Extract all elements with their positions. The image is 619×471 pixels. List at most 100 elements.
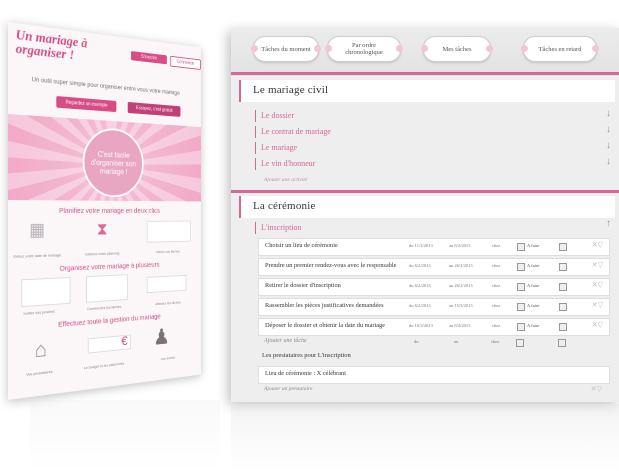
app-reflection bbox=[231, 404, 619, 471]
activity-reception[interactable]: Le vin d'honneur bbox=[255, 158, 315, 170]
task-title: Retirer le dossier d'inscription bbox=[265, 282, 341, 289]
heading-plan: Planifiez votre mariage en deux clics bbox=[8, 206, 201, 215]
status-select[interactable] bbox=[559, 243, 567, 251]
caption-planning: Estimez votre planning bbox=[79, 250, 125, 256]
section-civil[interactable]: Le mariage civil bbox=[239, 80, 615, 102]
provider-name: Lieu de cérémonie : X célébrant bbox=[265, 370, 346, 377]
owner-select[interactable] bbox=[517, 283, 525, 291]
add-task-owner: chez bbox=[491, 339, 499, 344]
status-select[interactable] bbox=[559, 263, 567, 271]
caption-guests: Les invités bbox=[147, 353, 189, 362]
caption-comment: Commentez les tâches bbox=[81, 304, 127, 312]
task-start-date: du 16/2/2013 bbox=[409, 323, 433, 328]
task-status: A faire bbox=[527, 243, 539, 248]
caption-invite: Invitez vos proches bbox=[14, 308, 65, 317]
vendor-icon: ⌂ bbox=[27, 336, 55, 364]
try-free-button[interactable]: Essayez, c'est gratuit bbox=[128, 102, 181, 117]
tab-bar: Tâches du moment Par ordre chronologique… bbox=[231, 28, 619, 76]
tab-label: Mes tâches bbox=[431, 46, 483, 53]
comment-thumbnail bbox=[86, 274, 128, 302]
task-end-date: au 6/4/2013 bbox=[449, 323, 470, 328]
provider-row[interactable]: Lieu de cérémonie : X célébrant bbox=[258, 366, 610, 384]
task-title: Déposer le dossier et obtenir la date du… bbox=[265, 322, 385, 329]
task-end-date: au 26/2/2013 bbox=[449, 263, 473, 268]
task-row[interactable]: Prendre un premier rendez-vous avec le r… bbox=[258, 258, 610, 276]
tab-label: Tâches du moment bbox=[260, 46, 312, 53]
tab-pin-icon bbox=[521, 45, 528, 52]
tab-chronological[interactable]: Par ordre chronologique bbox=[327, 36, 401, 62]
status-select[interactable] bbox=[559, 323, 567, 331]
task-actions-icon[interactable]: ✕▽ bbox=[592, 241, 603, 249]
activity-contract[interactable]: Le contrat de mariage bbox=[255, 126, 331, 138]
task-title: Choisir un lieu de cérémonie bbox=[265, 242, 338, 249]
task-row[interactable]: Choisir un lieu de cérémonie du 11/2/201… bbox=[258, 238, 610, 256]
add-provider-row[interactable]: Ajouter un prestataire ✕▽ bbox=[258, 384, 608, 398]
task-title: Prendre un premier rendez-vous avec le r… bbox=[265, 262, 396, 269]
add-activity-link[interactable]: Ajouter une activité bbox=[259, 174, 307, 186]
add-owner-select[interactable] bbox=[516, 339, 524, 347]
add-task-start[interactable]: du bbox=[414, 339, 419, 344]
landing-title: Un mariage à organiser ! bbox=[16, 29, 88, 65]
caption-assign: Affectez les tâches bbox=[147, 299, 189, 306]
task-row[interactable]: Retirer le dossier d'inscription du 6/2/… bbox=[258, 278, 610, 296]
section-title: Le mariage civil bbox=[253, 84, 328, 96]
tab-current-tasks[interactable]: Tâches du moment bbox=[253, 36, 319, 62]
status-select[interactable] bbox=[559, 303, 567, 311]
tab-pin-icon bbox=[314, 45, 321, 52]
tab-pin-icon bbox=[396, 45, 403, 52]
owner-select[interactable] bbox=[517, 243, 525, 251]
task-row[interactable]: Rassembler les pièces justificatives dem… bbox=[258, 298, 610, 316]
task-status: A faire bbox=[527, 263, 539, 268]
heading-collab: Organisez votre mariage à plusieurs bbox=[8, 259, 201, 275]
tab-pin-icon bbox=[251, 45, 258, 52]
task-row[interactable]: Déposer le dossier et obtenir la date du… bbox=[258, 318, 610, 336]
hourglass-icon: ⧗ bbox=[90, 219, 115, 239]
status-select[interactable] bbox=[559, 283, 567, 291]
expand-arrow-icon[interactable]: ↓ bbox=[606, 140, 611, 151]
add-provider-link[interactable]: Ajouter un prestataire bbox=[264, 386, 312, 392]
task-owner: chez bbox=[492, 243, 500, 248]
section-divider bbox=[231, 190, 619, 193]
add-task-row[interactable]: Ajouter une tâche du au chez bbox=[258, 336, 608, 350]
owner-select[interactable] bbox=[517, 323, 525, 331]
tab-label: Par ordre chronologique bbox=[338, 42, 390, 56]
landing-screen: Un mariage à organiser ! S'inscrire Conn… bbox=[8, 22, 201, 400]
task-owner: chez bbox=[492, 323, 500, 328]
collapse-arrow-icon[interactable]: ↑ bbox=[606, 218, 611, 229]
task-actions-icon[interactable]: ✕▽ bbox=[592, 281, 603, 289]
activity-registration[interactable]: L'inscription bbox=[255, 222, 302, 234]
expand-arrow-icon[interactable]: ↓ bbox=[606, 108, 611, 119]
section-divider bbox=[231, 72, 619, 75]
caption-tasks: Gérez vos tâches bbox=[147, 249, 189, 255]
guests-icon: ♟ bbox=[150, 323, 173, 351]
task-end-date: au 15/3/2013 bbox=[449, 303, 473, 308]
expand-arrow-icon[interactable]: ↓ bbox=[606, 156, 611, 167]
invite-thumbnail bbox=[21, 277, 70, 307]
owner-select[interactable] bbox=[517, 263, 525, 271]
expand-arrow-icon[interactable]: ↓ bbox=[606, 124, 611, 135]
task-actions-icon[interactable]: ✕▽ bbox=[592, 321, 603, 329]
section-ceremony[interactable]: La cérémonie bbox=[239, 196, 615, 218]
tab-pin-icon bbox=[421, 45, 428, 52]
task-actions-icon[interactable]: ✕▽ bbox=[592, 301, 603, 309]
activity-wedding[interactable]: Le mariage bbox=[255, 142, 297, 154]
activity-dossier[interactable]: Le dossier bbox=[255, 110, 294, 122]
tab-pin-icon bbox=[592, 45, 599, 52]
task-end-date: au 6/2/2013 bbox=[449, 243, 470, 248]
hero-banner: C'est facile d'organiser son mariage ! bbox=[8, 114, 201, 201]
login-button[interactable]: Connexion bbox=[170, 56, 201, 70]
tab-late-tasks[interactable]: Tâches en retard bbox=[523, 36, 597, 62]
owner-select[interactable] bbox=[517, 303, 525, 311]
tab-my-tasks[interactable]: Mes tâches bbox=[423, 36, 491, 62]
signup-button[interactable]: S'inscrire bbox=[131, 51, 167, 64]
add-task-input[interactable]: Ajouter une tâche bbox=[264, 338, 307, 344]
add-status-select[interactable] bbox=[558, 339, 566, 347]
caption-budget: Le budget et les paiements bbox=[81, 360, 127, 370]
example-button[interactable]: Regardez un exemple bbox=[56, 96, 116, 112]
add-task-end[interactable]: au bbox=[454, 339, 458, 344]
task-actions-icon[interactable]: ✕▽ bbox=[592, 261, 603, 269]
tab-pin-icon bbox=[486, 45, 493, 52]
provider-actions-icon[interactable]: ✕▽ bbox=[591, 385, 602, 393]
calendar-icon: ▦ bbox=[23, 220, 51, 241]
euro-icon: € bbox=[121, 333, 127, 348]
